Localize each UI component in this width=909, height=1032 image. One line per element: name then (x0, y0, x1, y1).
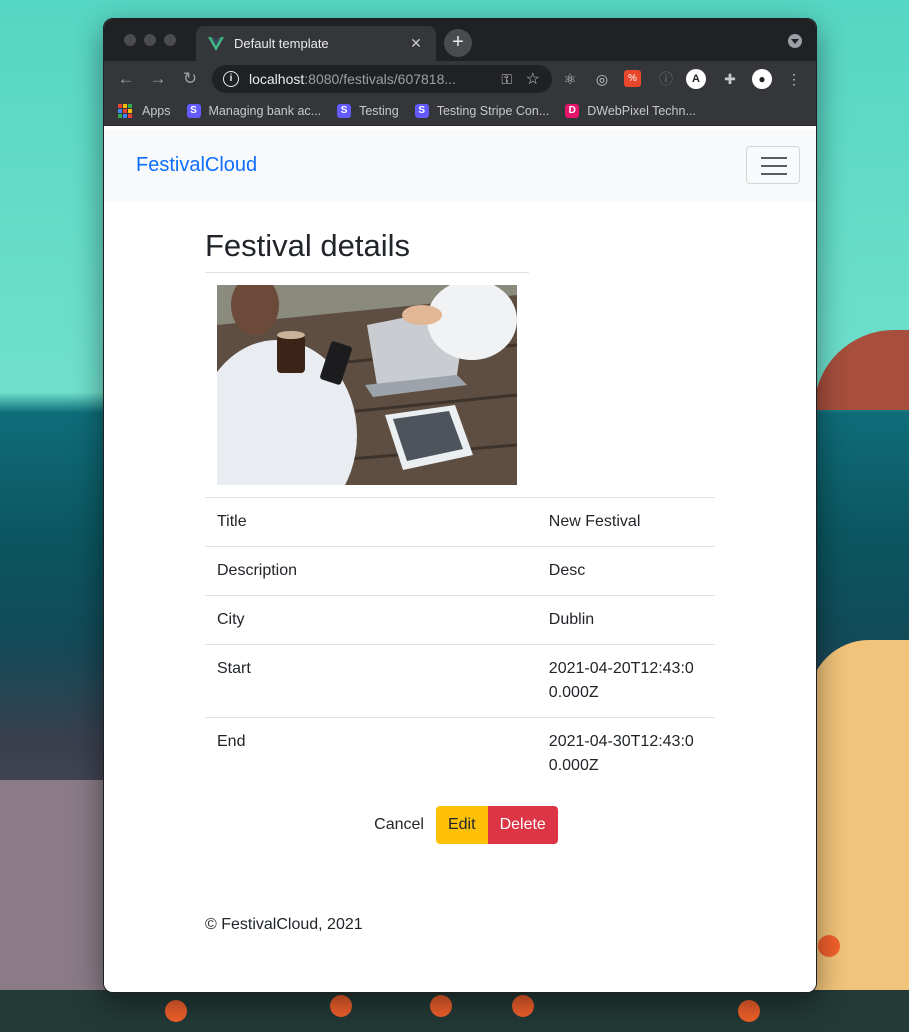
new-tab-button[interactable]: + (444, 29, 472, 57)
stripe-icon: S (186, 104, 201, 118)
festival-image (217, 285, 517, 485)
edit-button[interactable]: Edit (435, 806, 488, 844)
table-row: End 2021-04-30T12:43:00.000Z (205, 717, 715, 790)
key-icon[interactable]: ⚿ (501, 71, 512, 88)
detail-value: Dublin (536, 595, 715, 645)
bookmark-star-icon[interactable]: ☆ (526, 69, 540, 89)
window-controls (124, 34, 176, 46)
extension-percent-icon[interactable]: % (624, 70, 641, 87)
bookmark-testing-stripe[interactable]: S Testing Stripe Con... (414, 104, 550, 118)
bookmark-label: Testing Stripe Con... (436, 104, 550, 118)
browser-menu-icon[interactable]: ⋮ (784, 69, 804, 89)
bookmark-dwebpixel[interactable]: D DWebPixel Techn... (565, 104, 696, 118)
detail-label: City (205, 595, 537, 645)
detail-label: Title (205, 497, 537, 547)
detail-label: Description (205, 546, 537, 596)
tab-strip: Default template ✕ + (104, 19, 816, 61)
bookmark-testing[interactable]: S Testing (337, 104, 399, 118)
extension-info-icon[interactable]: ⓘ (656, 69, 676, 89)
wallpaper-flower (738, 1000, 760, 1022)
back-icon[interactable]: ← (110, 69, 142, 89)
web-page: FestivalCloud Festival details Title New… (104, 130, 816, 992)
site-navbar: FestivalCloud (104, 130, 816, 202)
dwebpixel-icon: D (565, 104, 580, 118)
cancel-button[interactable]: Cancel (362, 806, 436, 844)
maximize-window-button[interactable] (164, 34, 176, 46)
bookmark-label: DWebPixel Techn... (587, 104, 696, 118)
wallpaper-flower (430, 995, 452, 1017)
wallpaper-flower (165, 1000, 187, 1022)
close-window-button[interactable] (124, 34, 136, 46)
detail-value: 2021-04-20T12:43:00.000Z (536, 644, 715, 718)
url-path: :8080/festivals/607818... (304, 71, 457, 87)
bookmark-apps[interactable]: Apps (118, 104, 171, 118)
detail-label: End (205, 717, 537, 790)
apps-grid-icon (118, 104, 132, 118)
profile-avatar-icon[interactable]: ● (752, 69, 772, 89)
table-row: Description Desc (205, 546, 715, 596)
browser-tab[interactable]: Default template ✕ (196, 26, 436, 61)
address-bar[interactable]: i localhost:8080/festivals/607818... ⚿ ☆ (212, 65, 552, 93)
table-row: Start 2021-04-20T12:43:00.000Z (205, 644, 715, 718)
forward-icon[interactable]: → (142, 69, 174, 89)
bookmark-label: Managing bank ac... (208, 104, 322, 118)
hamburger-icon (761, 157, 787, 159)
page-title: Festival details (205, 228, 411, 263)
wallpaper-flower (330, 995, 352, 1017)
navbar-brand-link[interactable]: FestivalCloud (136, 154, 257, 177)
wallpaper-flower (818, 935, 840, 957)
wallpaper-rock (814, 330, 909, 410)
table-row: Title New Festival (205, 497, 715, 547)
stripe-icon: S (414, 104, 429, 118)
detail-value: Desc (536, 546, 715, 596)
wallpaper-sand (809, 640, 909, 1032)
reload-icon[interactable]: ↻ (174, 69, 206, 89)
tab-search-button[interactable] (788, 34, 802, 48)
details-table: Title New Festival Description Desc City… (205, 497, 715, 790)
delete-button[interactable]: Delete (487, 806, 558, 844)
hamburger-icon (761, 165, 787, 167)
wallpaper-ground (0, 990, 909, 1032)
detail-value: New Festival (536, 497, 715, 547)
site-info-icon[interactable]: i (223, 71, 239, 87)
detail-value: 2021-04-30T12:43:00.000Z (536, 717, 715, 790)
url-host: localhost (249, 71, 305, 87)
table-row: City Dublin (205, 595, 715, 645)
tab-title: Default template (234, 36, 329, 51)
close-tab-icon[interactable]: ✕ (406, 35, 426, 52)
bookmark-label: Testing (359, 104, 399, 118)
extension-target-icon[interactable]: ◎ (592, 69, 612, 89)
page-footer: © FestivalCloud, 2021 (205, 916, 363, 933)
bookmarks-bar: Apps S Managing bank ac... S Testing S T… (104, 97, 816, 126)
vue-logo-icon (208, 36, 224, 51)
wallpaper-flower (512, 995, 534, 1017)
bookmark-label: Apps (142, 104, 171, 118)
browser-window: Default template ✕ + ← → ↻ i localhost:8… (103, 18, 817, 993)
minimize-window-button[interactable] (144, 34, 156, 46)
stripe-icon: S (337, 104, 352, 118)
bookmark-managing-bank[interactable]: S Managing bank ac... (186, 104, 322, 118)
navbar-toggler-button[interactable] (746, 146, 800, 184)
browser-toolbar: ← → ↻ i localhost:8080/festivals/607818.… (104, 61, 816, 97)
hamburger-icon (761, 173, 787, 175)
extensions-puzzle-icon[interactable]: ✚ (720, 69, 740, 89)
festival-photo (217, 285, 517, 485)
detail-label: Start (205, 644, 537, 718)
action-buttons: Cancel Edit Delete (205, 806, 715, 844)
react-devtools-icon[interactable]: ⚛ (560, 69, 580, 89)
title-divider (205, 272, 529, 273)
extension-a-icon[interactable]: A (686, 69, 706, 89)
